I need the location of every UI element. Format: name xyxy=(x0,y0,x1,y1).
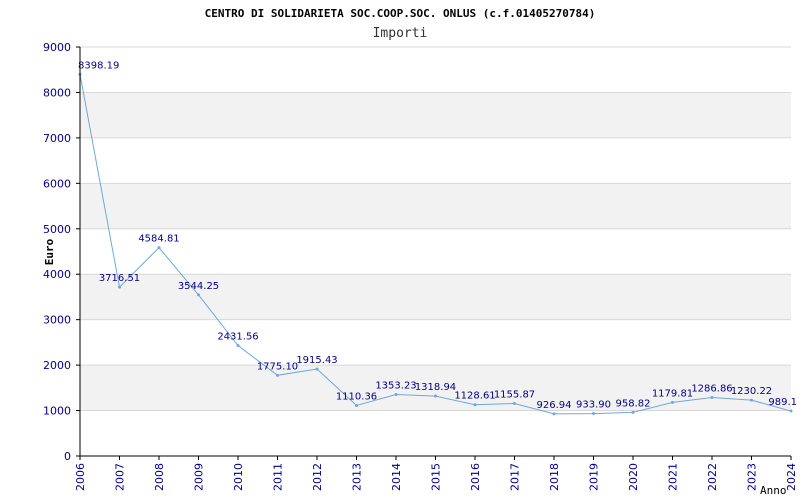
data-point xyxy=(118,285,121,289)
x-tick-label: 2023 xyxy=(746,463,759,491)
x-tick-label: 2022 xyxy=(706,463,719,491)
x-tick-label: 2017 xyxy=(509,463,522,491)
y-tick-label: 7000 xyxy=(43,132,71,145)
data-label: 1128.61 xyxy=(454,391,495,402)
x-tick-label: 2012 xyxy=(311,463,324,491)
data-label: 1775.10 xyxy=(257,361,298,372)
y-tick-label: 4000 xyxy=(43,268,71,281)
x-tick-label: 2019 xyxy=(588,463,601,491)
data-label: 1230.22 xyxy=(731,386,772,397)
data-label: 8398.19 xyxy=(78,60,119,71)
x-tick-label: 2015 xyxy=(430,463,443,491)
x-tick-label: 2006 xyxy=(74,463,87,491)
y-tick-label: 2000 xyxy=(43,359,71,372)
y-tick-label: 8000 xyxy=(43,86,71,99)
data-label: 4584.81 xyxy=(138,234,179,245)
data-point xyxy=(473,403,477,407)
x-tick-label: 2008 xyxy=(153,463,166,491)
data-point xyxy=(552,412,556,416)
chart: CENTRO DI SOLIDARIETA SOC.COOP.SOC. ONLU… xyxy=(43,7,798,497)
x-tick-label: 2009 xyxy=(193,463,206,491)
x-tick-label: 2016 xyxy=(469,463,482,491)
data-point xyxy=(394,393,398,397)
y-tick-label: 6000 xyxy=(43,177,71,190)
data-point xyxy=(513,401,516,405)
x-tick-label: 2013 xyxy=(351,463,364,491)
data-label: 933.90 xyxy=(576,400,611,411)
x-tick-label: 2020 xyxy=(627,463,640,491)
x-axis-label: Anno xyxy=(760,484,787,497)
data-label: 1318.94 xyxy=(415,382,456,393)
data-point xyxy=(434,394,437,398)
data-label: 1110.36 xyxy=(336,392,377,403)
chart-title: CENTRO DI SOLIDARIETA SOC.COOP.SOC. ONLU… xyxy=(205,7,596,20)
data-point xyxy=(315,367,319,371)
y-tick-label: 9000 xyxy=(43,41,71,54)
data-point xyxy=(276,373,279,377)
data-point xyxy=(710,396,714,400)
data-label: 1179.81 xyxy=(652,388,693,399)
x-tick-label: 2024 xyxy=(785,463,798,491)
data-label: 989.1 xyxy=(768,397,797,408)
data-point xyxy=(236,343,240,347)
data-label: 2431.56 xyxy=(217,331,258,342)
data-point xyxy=(592,412,595,416)
y-tick-label: 0 xyxy=(64,450,71,463)
y-tick-label: 3000 xyxy=(43,314,71,327)
data-label: 3716.51 xyxy=(99,273,140,284)
data-point xyxy=(197,293,200,297)
data-label: 1155.87 xyxy=(494,389,535,400)
plot-bands xyxy=(80,92,791,411)
data-label: 3544.25 xyxy=(178,281,219,292)
y-axis-label: Euro xyxy=(43,238,56,265)
y-tick-label: 5000 xyxy=(43,223,71,236)
x-tick-label: 2018 xyxy=(548,463,561,491)
data-point xyxy=(157,246,161,250)
x-tick-label: 2014 xyxy=(390,463,403,491)
x-tick-label: 2010 xyxy=(232,463,245,491)
data-label: 1915.43 xyxy=(296,355,337,366)
chart-subtitle: Importi xyxy=(373,26,428,41)
x-tick-label: 2007 xyxy=(114,463,127,491)
data-point xyxy=(789,409,793,413)
data-label: 958.82 xyxy=(616,398,651,409)
y-tick-label: 1000 xyxy=(43,405,71,418)
data-point xyxy=(355,404,358,408)
x-tick-label: 2011 xyxy=(272,463,285,491)
data-label: 926.94 xyxy=(537,400,572,411)
data-point xyxy=(750,398,753,402)
x-tick-label: 2021 xyxy=(667,463,680,491)
plot-band xyxy=(80,92,791,138)
data-point xyxy=(631,410,635,414)
data-point xyxy=(671,400,674,404)
data-label: 1286.86 xyxy=(691,384,732,395)
plot-band xyxy=(80,183,791,229)
x-axis-ticks: 2006 2007 2008 2009 2010 2011 2012 2013 2014 2015… xyxy=(74,456,798,491)
data-label: 1353.23 xyxy=(375,381,416,392)
